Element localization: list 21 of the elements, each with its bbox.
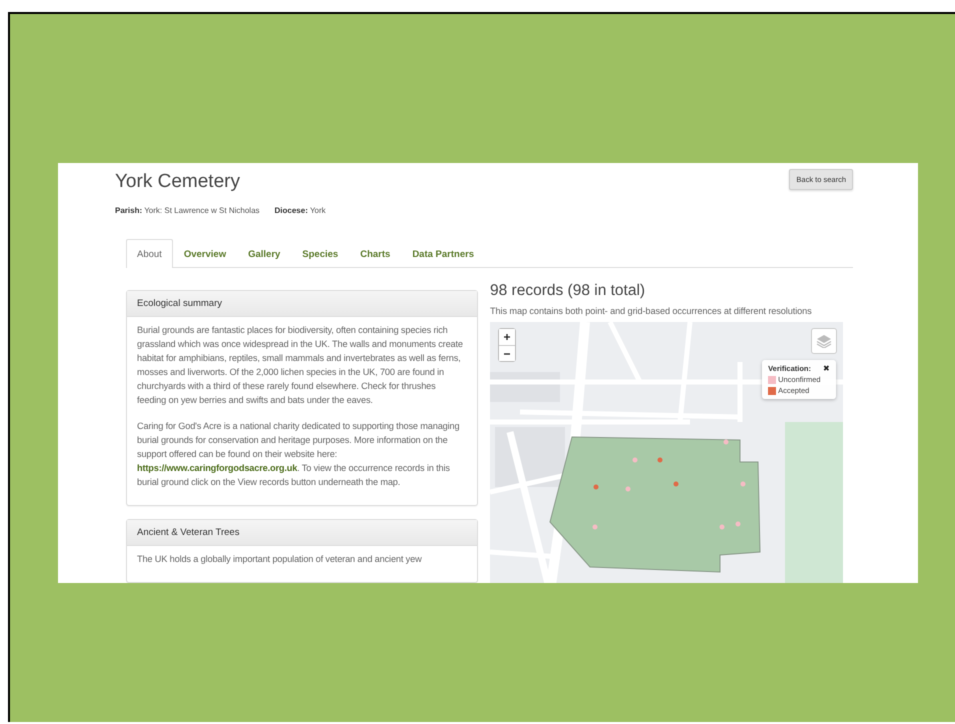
meta-text: Diocese: York [274, 206, 326, 215]
paragraph: Burial grounds are fantastic places for biodiversity, often containing species rich grassland which was once widespread in the UK. The walls and monuments create habitat for amphibians, reptiles, small mammals and invertebrates as well as ferns, mosses and liverworts. Of the 2,000 lichen species in the UK, 700 are found in churchyards with a third of these rarely found elsewhere. Check for thrushes feeding on yew berries and swifts and bats under the eaves. [137, 324, 464, 407]
page-title: York Cemetery [115, 171, 240, 193]
zoom-out-button[interactable]: − [499, 345, 515, 361]
layers-icon [816, 334, 832, 348]
map-description: This map contains both point- and grid-based occurrences at different resolutions [490, 306, 813, 316]
paragraph: Caring for God's Acre is a national charity dedicated to supporting those managing burial grounds for conservation and heritage purposes. More information on the support offered can be found on their website here: https://www.caringforgodsacre.org.uk. To view the occurrence records in this burial ground click on the View records button underneath the map. [137, 420, 460, 489]
tab[interactable]: Gallery [237, 239, 292, 268]
panel-title: Ecological summary [127, 291, 477, 317]
tab[interactable]: Data Partners [401, 239, 486, 268]
tab[interactable]: Charts [349, 239, 402, 268]
tab[interactable]: About [126, 239, 173, 268]
tab[interactable]: Overview [172, 239, 238, 268]
close-button[interactable]: ✖ [823, 364, 830, 373]
panel-title: Ancient & Veteran Trees [127, 520, 477, 546]
meta-text: Parish: York: St Lawrence w St Nicholas [115, 206, 260, 215]
layers-button[interactable] [811, 328, 837, 354]
records-heading: 98 records (98 in total) [490, 282, 646, 300]
website-link[interactable]: https://www.caringforgodsacre.org.uk [137, 463, 298, 473]
paragraph: The UK holds a globally important population of veteran and ancient yew [137, 553, 423, 566]
tab[interactable]: Species [291, 239, 350, 268]
